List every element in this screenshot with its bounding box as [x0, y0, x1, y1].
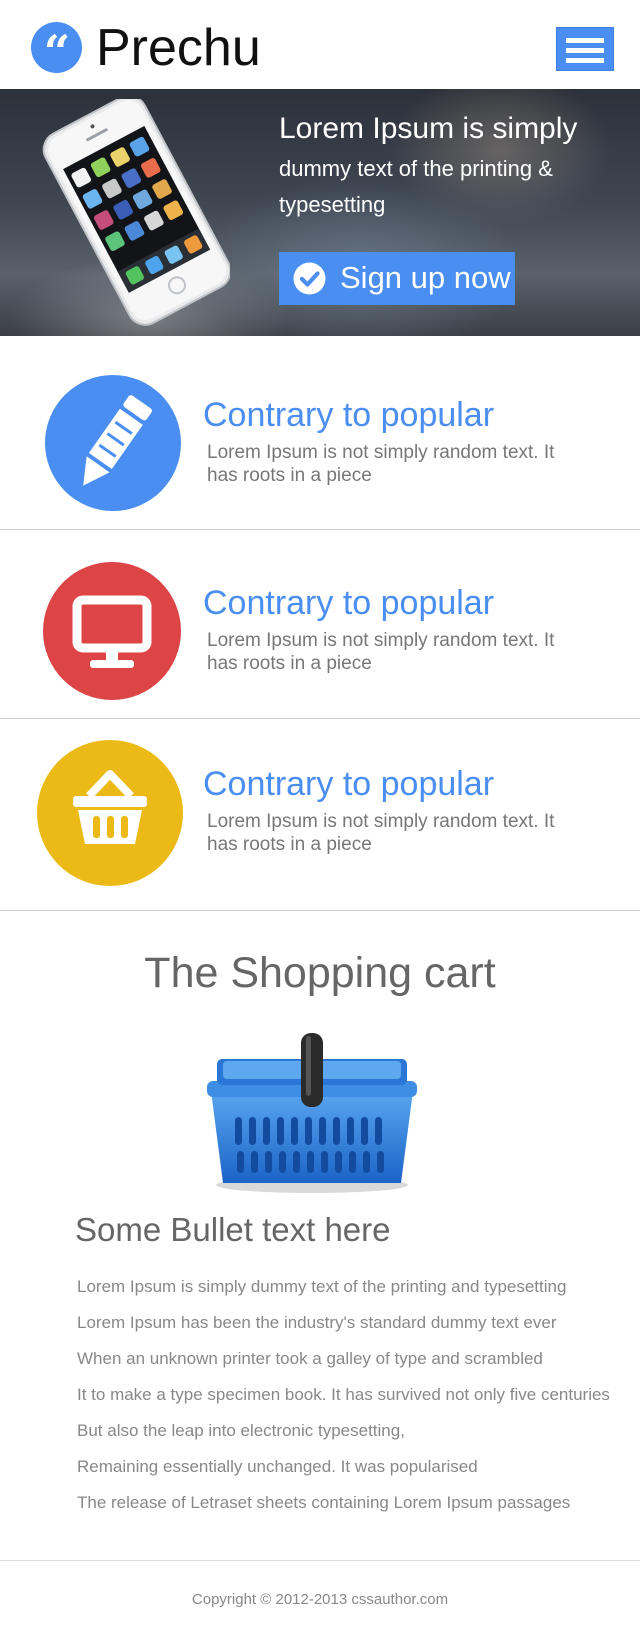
feature-icon-circle [43, 562, 181, 700]
footer: Copyright © 2012-2013 cssauthor.com [0, 1560, 640, 1644]
brand-name[interactable]: Prechu [96, 16, 261, 80]
header: “ Prechu [0, 0, 640, 89]
page: “ Prechu Lorem Ipsum is simply dummy tex… [0, 0, 640, 1644]
bullet-title: Some Bullet text here [75, 1211, 391, 1248]
hero-subtitle: dummy text of the printing & typesetting [279, 156, 553, 217]
hamburger-menu-icon[interactable] [556, 27, 614, 71]
menu-bar [566, 48, 604, 53]
logo-glyph: “ [43, 25, 70, 79]
pencil-icon [83, 395, 152, 486]
list-item: Lorem Ipsum has been the industry's stan… [77, 1313, 557, 1332]
list-item: When an unknown printer took a galley of… [77, 1349, 543, 1368]
menu-bar [566, 38, 604, 43]
feature-text: Lorem Ipsum is not simply random text. I… [207, 442, 555, 486]
shopping-basket-image[interactable] [205, 1033, 419, 1195]
monitor-icon [72, 595, 152, 668]
feature-text: Lorem Ipsum is not simply random text. I… [207, 811, 555, 855]
basket-icon [73, 770, 147, 844]
feature-title: Contrary to popular [203, 396, 495, 434]
feature-icon-circle [45, 375, 181, 511]
hero-title: Lorem Ipsum is simply [279, 112, 578, 145]
smartphone-image [42, 99, 230, 326]
feature-text: Lorem Ipsum is not simply random text. I… [207, 630, 555, 674]
feature-item: Contrary to popular Lorem Ipsum is not s… [0, 531, 640, 719]
feature-icon-circle [37, 740, 183, 886]
sign-up-label: Sign up now [340, 260, 511, 295]
list-item: Lorem Ipsum is simply dummy text of the … [77, 1277, 567, 1296]
feature-item: Contrary to popular Lorem Ipsum is not s… [0, 720, 640, 911]
copyright-text: Copyright © 2012-2013 cssauthor.com [191, 1591, 449, 1608]
list-item: The release of Letraset sheets containin… [77, 1493, 571, 1512]
list-item: But also the leap into electronic typese… [77, 1421, 405, 1440]
hero-banner: Lorem Ipsum is simply dummy text of the … [0, 89, 640, 336]
list-item: Remaining essentially unchanged. It was … [77, 1457, 478, 1476]
shopping-title: The Shopping cart [144, 949, 496, 997]
feature-title: Contrary to popular [203, 765, 495, 803]
feature-item: Contrary to popular Lorem Ipsum is not s… [0, 343, 640, 530]
logo-quote-icon[interactable]: “ [31, 22, 82, 79]
menu-bar [566, 58, 604, 63]
feature-title: Contrary to popular [203, 584, 495, 622]
list-item: It to make a type specimen book. It has … [77, 1385, 610, 1404]
bullet-list: Lorem Ipsum is simply dummy text of the … [77, 1269, 610, 1521]
sign-up-button[interactable]: Sign up now [279, 252, 515, 305]
check-circle-icon [293, 262, 326, 295]
